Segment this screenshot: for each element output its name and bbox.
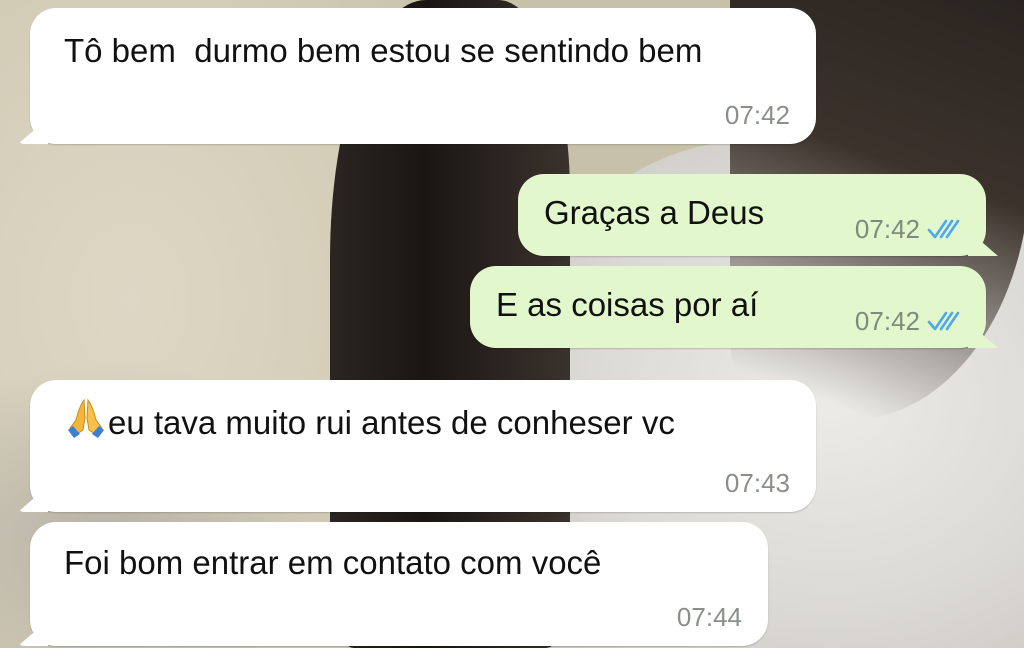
message-text: Tô bem durmo bem estou se sentindo bem bbox=[64, 32, 703, 69]
message-meta: 07:42 bbox=[725, 100, 790, 130]
message-incoming[interactable]: eu tava muito rui antes de conheser vc 0… bbox=[18, 380, 816, 512]
message-time: 07:44 bbox=[676, 602, 742, 632]
message-meta: 07:42 bbox=[855, 214, 964, 244]
message-meta: 07:42 bbox=[855, 306, 964, 336]
message-text: Graças a Deus bbox=[544, 194, 765, 231]
message-incoming[interactable]: Tô bem durmo bem estou se sentindo bem 0… bbox=[18, 8, 816, 144]
message-text: E as coisas por aí bbox=[496, 286, 759, 323]
praying-hands-emoji bbox=[68, 398, 104, 438]
message-time: 07:42 bbox=[854, 306, 920, 336]
message-text: Foi bom entrar em contato com você bbox=[64, 544, 602, 581]
message-time: 07:42 bbox=[854, 214, 920, 244]
message-outgoing[interactable]: E as coisas por aí 07:42 bbox=[470, 266, 998, 348]
message-time: 07:43 bbox=[724, 468, 790, 498]
message-incoming[interactable]: Foi bom entrar em contato com você 07:44 bbox=[18, 522, 768, 646]
message-body: eu tava muito rui antes de conheser vc bbox=[108, 404, 675, 441]
message-outgoing[interactable]: Graças a Deus 07:42 bbox=[518, 174, 998, 256]
double-check-icon bbox=[927, 311, 960, 331]
message-meta: 07:43 bbox=[725, 468, 790, 498]
double-check-icon bbox=[927, 219, 960, 239]
message-text: eu tava muito rui antes de conheser vc bbox=[64, 396, 794, 446]
message-meta: 07:44 bbox=[677, 602, 742, 632]
message-time: 07:42 bbox=[724, 100, 790, 130]
